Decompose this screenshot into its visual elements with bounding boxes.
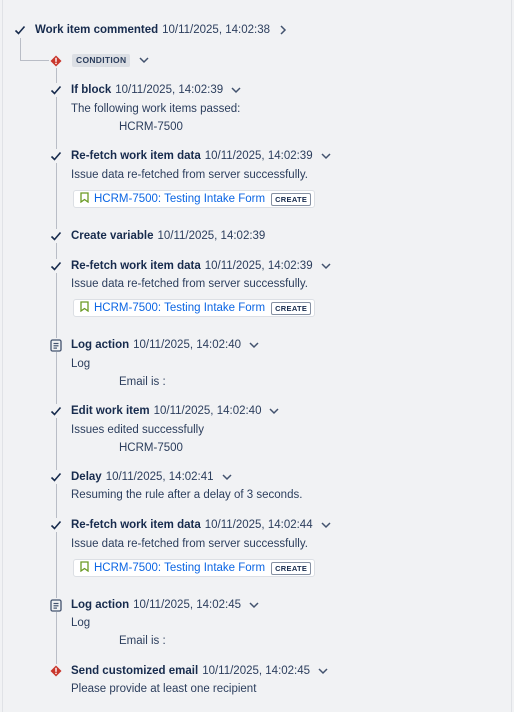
step-title: Edit work item [71, 405, 150, 417]
issue-link[interactable]: HCRM-7500: Testing Intake Form [94, 562, 265, 574]
step-timestamp: 10/11/2025, 14:02:44 [204, 519, 313, 531]
step-title: If block [71, 84, 112, 96]
step-row[interactable]: Create variable 10/11/2025, 14:02:39 [71, 228, 265, 244]
check-icon [13, 23, 27, 37]
step-detail: HCRM-7500 [119, 121, 183, 133]
step-row[interactable]: If block 10/11/2025, 14:02:39 [71, 82, 243, 98]
step-timestamp: 10/11/2025, 14:02:39 [204, 150, 313, 162]
condition-badge: CONDITION [72, 54, 131, 67]
step-row[interactable]: Re-fetch work item data 10/11/2025, 14:0… [71, 517, 333, 533]
check-icon [49, 229, 63, 243]
step-timestamp: 10/11/2025, 14:02:39 [157, 230, 266, 242]
step-row[interactable]: Log action 10/11/2025, 14:02:40 [71, 337, 261, 353]
step-detail: Email is : [119, 635, 166, 647]
log-icon [49, 598, 63, 612]
log-icon [49, 338, 63, 352]
step-timestamp: 10/11/2025, 14:02:45 [202, 665, 311, 677]
step-title: Re-fetch work item data [71, 150, 201, 162]
step-message: The following work items passed: [71, 103, 241, 115]
step-timestamp: 10/11/2025, 14:02:45 [133, 599, 241, 611]
chevron-down-icon[interactable] [229, 83, 243, 97]
step-title: Re-fetch work item data [71, 260, 201, 272]
status-badge: CREATE [271, 192, 312, 206]
tree-connector [20, 38, 21, 60]
step-row[interactable]: Re-fetch work item data 10/11/2025, 14:0… [71, 148, 333, 164]
chevron-down-icon[interactable] [267, 404, 281, 418]
chevron-down-icon[interactable] [247, 338, 261, 352]
step-title: Delay [71, 471, 102, 483]
step-title: Send customized email [71, 665, 199, 677]
issue-link[interactable]: HCRM-7500: Testing Intake Form [94, 193, 265, 205]
step-timestamp: 10/11/2025, 14:02:40 [133, 339, 241, 351]
check-icon [49, 83, 63, 97]
chevron-right-icon[interactable] [276, 23, 290, 37]
bookmark-icon [80, 301, 89, 315]
step-title: Log action [71, 599, 130, 611]
step-row[interactable]: Edit work item 10/11/2025, 14:02:40 [71, 403, 281, 419]
error-icon [49, 664, 63, 678]
check-icon [49, 470, 63, 484]
step-message: Issues edited successfully [71, 424, 204, 436]
step-message: Log [71, 358, 91, 370]
issue-card[interactable]: HCRM-7500: Testing Intake Form CREATE [73, 190, 316, 208]
step-timestamp: 10/11/2025, 14:02:39 [204, 260, 313, 272]
chevron-down-icon[interactable] [247, 598, 261, 612]
chevron-down-icon[interactable] [316, 664, 330, 678]
step-title: Log action [71, 339, 130, 351]
chevron-down-icon[interactable] [137, 53, 151, 67]
step-row[interactable]: Send customized email 10/11/2025, 14:02:… [71, 663, 330, 679]
step-detail: HCRM-7500 [119, 442, 183, 454]
audit-log-panel: Work item commented 10/11/2025, 14:02:38… [2, 0, 512, 712]
step-message: Resuming the rule after a delay of 3 sec… [71, 489, 303, 501]
step-timestamp: 10/11/2025, 14:02:41 [105, 471, 214, 483]
step-timestamp: 10/11/2025, 14:02:39 [115, 84, 224, 96]
check-icon [49, 404, 63, 418]
step-timestamp: 10/11/2025, 14:02:40 [153, 405, 262, 417]
root-timestamp: 10/11/2025, 14:02:38 [162, 24, 270, 36]
step-detail: Email is : [119, 376, 166, 388]
error-message: Please provide at least one recipient [71, 683, 257, 695]
bookmark-icon [80, 561, 89, 575]
step-message: Log [71, 617, 91, 629]
tree-connector [20, 60, 50, 61]
step-row[interactable]: Log action 10/11/2025, 14:02:45 [71, 597, 261, 613]
step-title: Create variable [71, 230, 154, 242]
check-icon [49, 518, 63, 532]
chevron-down-icon[interactable] [319, 149, 333, 163]
step-row[interactable]: Re-fetch work item data 10/11/2025, 14:0… [71, 258, 333, 274]
root-row[interactable]: Work item commented 10/11/2025, 14:02:38 [35, 22, 290, 38]
bookmark-icon [80, 192, 89, 206]
step-message: Issue data re-fetched from server succes… [71, 278, 308, 290]
chevron-down-icon[interactable] [220, 470, 234, 484]
root-title: Work item commented [35, 24, 159, 36]
step-row[interactable]: Delay 10/11/2025, 14:02:41 [71, 469, 234, 485]
check-icon [49, 149, 63, 163]
error-icon [49, 54, 63, 68]
issue-card[interactable]: HCRM-7500: Testing Intake Form CREATE [73, 559, 316, 577]
check-icon [49, 259, 63, 273]
issue-card[interactable]: HCRM-7500: Testing Intake Form CREATE [73, 299, 316, 317]
step-message: Issue data re-fetched from server succes… [71, 538, 308, 550]
issue-link[interactable]: HCRM-7500: Testing Intake Form [94, 302, 265, 314]
status-badge: CREATE [271, 561, 312, 575]
chevron-down-icon[interactable] [319, 259, 333, 273]
step-message: Issue data re-fetched from server succes… [71, 169, 308, 181]
chevron-down-icon[interactable] [319, 518, 333, 532]
step-title: Re-fetch work item data [71, 519, 201, 531]
status-badge: CREATE [271, 301, 312, 315]
